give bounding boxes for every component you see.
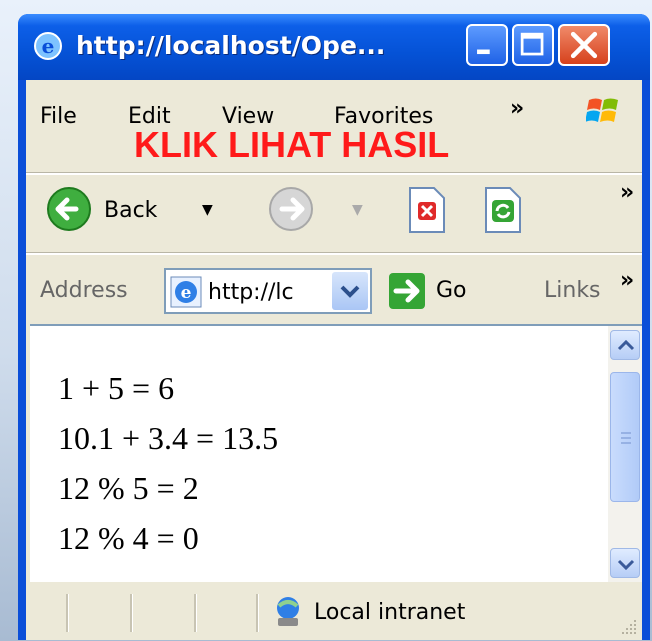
go-arrow-icon[interactable] <box>388 272 426 310</box>
standard-toolbar: Back ▼ ▼ » <box>26 176 642 252</box>
title-bar[interactable]: e http://localhost/Ope... <box>18 14 650 80</box>
page-ie-icon: e <box>170 276 202 308</box>
window-title: http://localhost/Ope... <box>76 31 386 60</box>
toolbar-more-chevron[interactable]: » <box>620 180 634 205</box>
resize-grip-icon[interactable] <box>618 616 638 636</box>
windows-logo-icon <box>586 98 618 122</box>
refresh-icon[interactable] <box>480 186 524 234</box>
status-divider <box>66 594 69 632</box>
menu-file[interactable]: File <box>40 104 77 130</box>
status-divider <box>130 594 133 632</box>
close-button[interactable] <box>558 24 610 66</box>
address-more-chevron[interactable]: » <box>620 268 634 293</box>
ie-icon: e <box>34 32 62 60</box>
links-button[interactable]: Links <box>544 278 601 303</box>
browser-client: File Edit View Favorites » KLIK LIHAT HA… <box>26 80 642 640</box>
go-button[interactable]: Go <box>436 278 467 303</box>
svg-text:e: e <box>181 283 192 303</box>
address-input[interactable]: e http://lc <box>164 268 372 314</box>
maximize-icon <box>520 32 544 56</box>
result-line: 10.1 + 3.4 = 13.5 <box>58 420 279 456</box>
back-button[interactable]: Back <box>104 198 157 223</box>
overlay-caption: KLIK LIHAT HASIL <box>134 124 450 165</box>
address-value: http://lc <box>208 280 294 305</box>
vertical-scrollbar[interactable] <box>608 326 642 582</box>
back-dropdown-icon[interactable]: ▼ <box>202 202 213 218</box>
browser-window: e http://localhost/Ope... File Edit View… <box>18 14 650 640</box>
grip-icon <box>621 432 631 444</box>
address-label: Address <box>40 278 128 303</box>
minimize-icon <box>477 49 490 55</box>
forward-dropdown-icon[interactable]: ▼ <box>352 202 363 218</box>
status-bar: Local intranet <box>26 582 642 640</box>
chevron-up-icon <box>617 339 635 351</box>
minimize-button[interactable] <box>466 24 508 66</box>
page-content: 1 + 5 = 6 10.1 + 3.4 = 13.5 12 % 5 = 2 1… <box>30 324 642 582</box>
divider <box>26 172 642 175</box>
local-intranet-icon <box>277 597 299 626</box>
result-line: 12 % 5 = 2 <box>58 470 199 506</box>
result-line: 1 + 5 = 6 <box>58 370 175 406</box>
scroll-down-button[interactable] <box>610 548 640 578</box>
maximize-button[interactable] <box>512 24 554 66</box>
menu-more-chevron[interactable]: » <box>510 96 524 121</box>
address-dropdown-button[interactable] <box>332 272 368 310</box>
back-arrow-icon[interactable] <box>46 186 92 232</box>
svg-text:e: e <box>42 34 55 58</box>
forward-arrow-icon[interactable] <box>268 186 314 232</box>
chevron-down-icon <box>340 285 360 298</box>
status-divider <box>256 594 259 632</box>
stop-icon[interactable] <box>404 186 448 234</box>
zone-label: Local intranet <box>314 600 466 625</box>
status-divider <box>194 594 197 632</box>
scroll-up-button[interactable] <box>610 330 640 360</box>
close-icon <box>570 31 598 59</box>
chevron-down-icon <box>617 559 635 571</box>
scroll-thumb[interactable] <box>610 372 640 502</box>
divider <box>26 252 642 255</box>
address-bar: Address e http://lc Go Links » <box>26 256 642 316</box>
result-line: 12 % 4 = 0 <box>58 520 199 556</box>
